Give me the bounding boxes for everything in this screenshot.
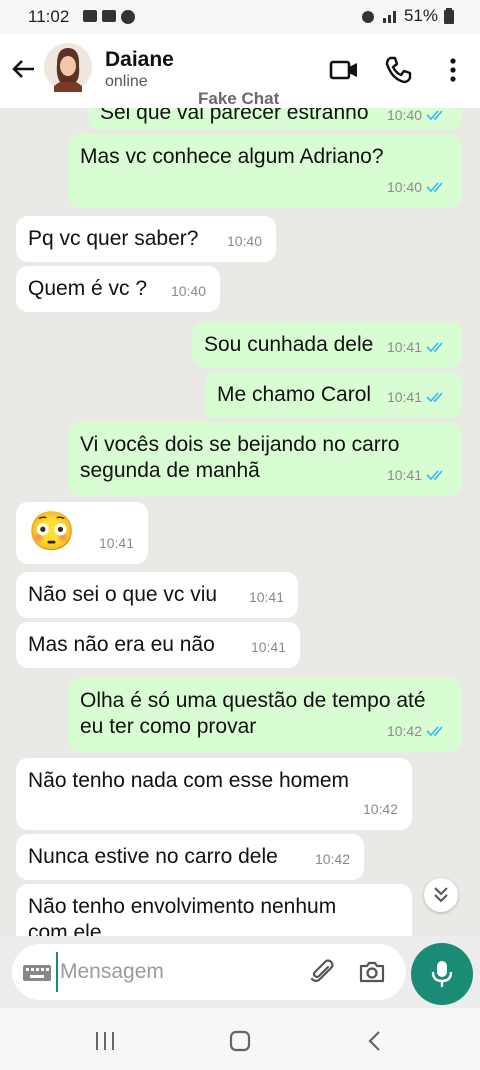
- message-text: Nunca estive no carro dele: [28, 845, 278, 868]
- microphone-button[interactable]: [411, 943, 473, 1005]
- message-meta: 10:41: [249, 584, 284, 610]
- message-time: 10:41: [98, 535, 134, 551]
- arrow-left-icon[interactable]: [8, 54, 38, 84]
- composer: [0, 936, 480, 1008]
- message-time: 10:40: [386, 179, 422, 195]
- message-bubble-incoming[interactable]: Nunca estive no carro dele 10:42: [16, 834, 364, 880]
- message-input[interactable]: [56, 952, 296, 992]
- avatar[interactable]: [44, 42, 92, 92]
- more-vertical-icon[interactable]: [437, 54, 469, 86]
- message-meta: 10:40: [227, 228, 262, 254]
- message-meta: 10:42: [387, 718, 448, 744]
- battery-icon: [444, 8, 454, 24]
- video-notification-icon: [83, 10, 97, 22]
- message-meta: 10:41: [387, 462, 448, 488]
- read-ticks-icon: [426, 470, 443, 481]
- message-meta: 10:41: [251, 634, 286, 660]
- message-time: 10:40: [386, 108, 422, 123]
- message-time: 10:41: [248, 589, 284, 605]
- microphone-icon: [431, 961, 453, 987]
- alarm-icon: [361, 11, 374, 23]
- phone-icon[interactable]: [382, 54, 414, 86]
- message-list[interactable]: Sei que vai parecer estranho 10:40 Mas v…: [0, 108, 480, 936]
- message-time: 10:42: [386, 723, 422, 739]
- contact-name[interactable]: Daiane: [105, 48, 174, 72]
- status-time: 11:02: [28, 7, 70, 26]
- minus-notification-icon: [121, 10, 135, 24]
- message-bubble-outgoing[interactable]: Olha é só uma questão de tempo até eu te…: [68, 678, 462, 752]
- home-icon[interactable]: [227, 1028, 253, 1054]
- message-time: 10:40: [170, 283, 206, 299]
- keyboard-icon[interactable]: [22, 964, 52, 982]
- message-text: Mas vc conhece algum Adriano?: [80, 145, 384, 168]
- paperclip-icon[interactable]: [308, 958, 336, 986]
- read-ticks-icon: [426, 726, 443, 737]
- message-bubble-incoming[interactable]: Quem é vc ? 10:40: [16, 266, 220, 312]
- message-text: Não tenho nada com esse homem: [28, 769, 350, 792]
- message-bubble-outgoing[interactable]: Vi vocês dois se beijando no carro segun…: [68, 422, 462, 496]
- status-bar: 11:02 51%: [0, 0, 480, 34]
- message-meta: 10:42: [363, 796, 398, 822]
- read-ticks-icon: [426, 392, 443, 403]
- message-bubble-incoming[interactable]: 😳 10:41: [16, 502, 148, 564]
- message-bubble-outgoing[interactable]: Sei que vai parecer estranho 10:40: [88, 108, 462, 130]
- message-bubble-outgoing[interactable]: Me chamo Carol 10:41: [205, 372, 462, 418]
- message-bubble-incoming[interactable]: Não tenho envolvimento nenhum com ele: [16, 884, 412, 936]
- scroll-to-bottom-button[interactable]: [424, 878, 458, 912]
- message-input-container[interactable]: [12, 944, 406, 1000]
- message-bubble-incoming[interactable]: Não sei o que vc viu 10:41: [16, 572, 298, 618]
- watermark-label: Fake Chat: [198, 89, 280, 108]
- video-camera-icon[interactable]: [328, 54, 360, 86]
- message-bubble-incoming[interactable]: Não tenho nada com esse homem 10:42: [16, 758, 412, 830]
- message-meta: 10:41: [387, 384, 448, 410]
- message-time: 10:42: [314, 851, 350, 867]
- message-time: 10:42: [362, 801, 398, 817]
- message-meta: 10:40: [387, 174, 448, 200]
- message-meta: 10:40: [387, 108, 448, 128]
- signal-icon: [382, 11, 396, 23]
- message-meta: 10:40: [171, 278, 206, 304]
- message-time: 10:40: [226, 233, 262, 249]
- message-bubble-outgoing[interactable]: Mas vc conhece algum Adriano? 10:40: [68, 134, 462, 208]
- read-ticks-icon: [426, 342, 443, 353]
- back-nav-icon[interactable]: [362, 1028, 388, 1054]
- battery-level: 51%: [403, 6, 438, 25]
- status-right: 51%: [360, 6, 454, 26]
- message-time: 10:41: [386, 389, 422, 405]
- double-chevron-down-icon: [434, 887, 448, 903]
- image-notification-icon: [102, 10, 116, 22]
- message-bubble-incoming[interactable]: Pq vc quer saber? 10:40: [16, 216, 276, 262]
- contact-presence: online: [105, 73, 148, 90]
- message-text: Não sei o que vc viu: [28, 583, 218, 606]
- notification-icons: [83, 10, 135, 24]
- read-ticks-icon: [426, 182, 443, 193]
- recent-apps-icon[interactable]: [92, 1028, 118, 1054]
- camera-icon[interactable]: [358, 958, 386, 986]
- message-bubble-outgoing[interactable]: Sou cunhada dele 10:41: [192, 322, 462, 368]
- message-time: 10:41: [386, 339, 422, 355]
- message-text: Não tenho envolvimento nenhum com ele: [28, 895, 337, 936]
- system-navigation-bar: [0, 1008, 480, 1070]
- message-text: Mas não era eu não: [28, 633, 215, 656]
- read-ticks-icon: [426, 110, 443, 121]
- message-bubble-incoming[interactable]: Mas não era eu não 10:41: [16, 622, 300, 668]
- message-meta: 10:41: [387, 334, 448, 360]
- message-time: 10:41: [250, 639, 286, 655]
- message-meta: 10:41: [99, 530, 134, 556]
- message-meta: 10:42: [315, 846, 350, 872]
- message-time: 10:41: [386, 467, 422, 483]
